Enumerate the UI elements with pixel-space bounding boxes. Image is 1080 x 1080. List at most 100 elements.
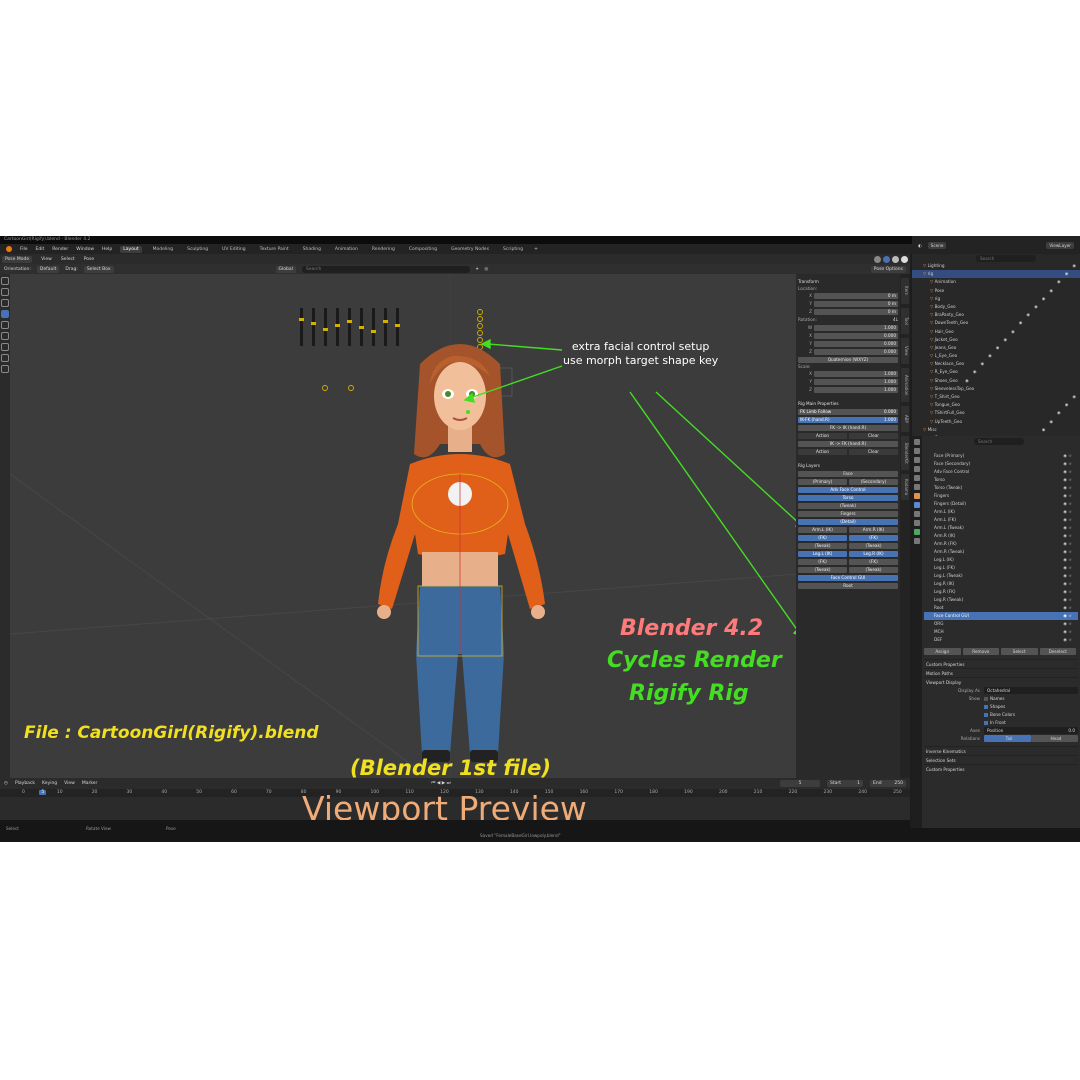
proportional-icon[interactable]: ◎ xyxy=(484,267,488,272)
visibility-eye-icon[interactable]: ◉ xyxy=(1057,278,1061,286)
rig-layer-toggle[interactable]: Root xyxy=(798,582,898,589)
visibility-star-icons[interactable]: ◉ ☆ xyxy=(1063,548,1072,556)
tool-tab-icon[interactable] xyxy=(914,439,920,445)
tab-tool[interactable]: Tool xyxy=(901,308,909,334)
viewport-shading-icons[interactable] xyxy=(874,255,908,263)
rig-layer-toggle[interactable]: (Tweak) xyxy=(798,566,847,573)
tab-view[interactable]: View xyxy=(901,338,909,364)
outliner-row[interactable]: ▽ Pose ◉ xyxy=(912,287,1080,295)
visibility-star-icons[interactable]: ◉ ☆ xyxy=(1063,588,1072,596)
menu-render[interactable]: Render xyxy=(52,247,68,252)
tab-item[interactable]: Item xyxy=(901,278,909,304)
scale-tool-icon[interactable] xyxy=(1,321,9,329)
ik-to-fk-button[interactable]: IK -> FK (hand.R) xyxy=(798,440,898,447)
transform-tool-icon[interactable] xyxy=(1,332,9,340)
visibility-star-icons[interactable]: ◉ ☆ xyxy=(1063,620,1072,628)
tab-compositing[interactable]: Compositing xyxy=(406,246,440,253)
visibility-star-icons[interactable]: ◉ ☆ xyxy=(1063,508,1072,516)
rig-layer-toggle[interactable]: (FK) xyxy=(798,534,847,541)
loc-x-field[interactable]: 0 m xyxy=(814,292,898,299)
menu-select[interactable]: Select xyxy=(61,257,75,262)
visibility-eye-icon[interactable]: ◉ xyxy=(1011,328,1015,336)
bone-collection-row[interactable]: Arm.R (FK) ◉ ☆ xyxy=(924,540,1078,548)
menu-keying[interactable]: Keying xyxy=(42,781,57,786)
visibility-star-icons[interactable]: ◉ ☆ xyxy=(1063,516,1072,524)
bone-collection-row[interactable]: Leg.R (FK) ◉ ☆ xyxy=(924,588,1078,596)
rig-layer-toggle[interactable]: (Tweak) xyxy=(849,566,898,573)
assign-button[interactable]: Assign xyxy=(924,648,961,655)
physics-tab-icon[interactable] xyxy=(914,511,920,517)
outliner-row[interactable]: ▽ BraPanty_Geo ◉ xyxy=(912,311,1080,319)
menu-edit[interactable]: Edit xyxy=(36,247,45,252)
ik-fk-clear-button[interactable]: Clear xyxy=(849,448,898,455)
tab-abp[interactable]: ABP xyxy=(901,406,909,432)
visibility-star-icons[interactable]: ◉ ☆ xyxy=(1063,580,1072,588)
visibility-star-icons[interactable]: ◉ ☆ xyxy=(1063,492,1072,500)
snap-icon[interactable]: ⌖ xyxy=(476,266,479,272)
outliner-row[interactable]: ▽ Jacket_Geo ◉ xyxy=(912,336,1080,344)
rig-layer-toggle[interactable]: (FK) xyxy=(798,558,847,565)
rig-layer-toggle[interactable]: Leg.L (IK) xyxy=(798,550,847,557)
scene-tab-icon[interactable] xyxy=(914,475,920,481)
visibility-star-icons[interactable]: ◉ ☆ xyxy=(1063,452,1072,460)
menu-playback[interactable]: Playback xyxy=(15,781,35,786)
outliner-row[interactable]: ▽ Jeans_Geo ◉ xyxy=(912,344,1080,352)
rot-y-field[interactable]: 0.000 xyxy=(814,340,898,347)
tab-modeling[interactable]: Modeling xyxy=(150,246,176,253)
transform-panel-title[interactable]: Transform xyxy=(798,279,898,284)
bone-collection-row[interactable]: DEF ◉ ☆ xyxy=(924,636,1078,644)
visibility-star-icons[interactable]: ◉ ☆ xyxy=(1063,524,1072,532)
menu-file[interactable]: File xyxy=(20,247,28,252)
constraints-tab-icon[interactable] xyxy=(914,520,920,526)
visibility-eye-icon[interactable]: ◉ xyxy=(1049,287,1053,295)
cursor-tool-icon[interactable] xyxy=(1,288,9,296)
render-tab-icon[interactable] xyxy=(914,448,920,454)
tab-uv-editing[interactable]: UV Editing xyxy=(219,246,248,253)
rot-w-field[interactable]: 1.000 xyxy=(814,324,898,331)
scene-selector[interactable]: Scene xyxy=(927,241,947,249)
visibility-star-icons[interactable]: ◉ ☆ xyxy=(1063,636,1072,644)
show-shapes-checkbox[interactable]: Shapes xyxy=(984,703,1005,710)
rig-main-properties-title[interactable]: Rig Main Properties xyxy=(798,401,898,406)
add-workspace-icon[interactable]: + xyxy=(534,247,538,252)
drag-dropdown[interactable]: Select Box xyxy=(83,265,114,273)
tab-sculpting[interactable]: Sculpting xyxy=(184,246,211,253)
tab-scripting[interactable]: Scripting xyxy=(500,246,526,253)
outliner-row[interactable]: ▽ SleevelessTop_Geo ◉ xyxy=(912,385,1080,399)
select-tool-icon[interactable] xyxy=(1,277,9,285)
visibility-eye-icon[interactable]: ◉ xyxy=(1042,426,1046,434)
world-tab-icon[interactable] xyxy=(914,484,920,490)
deselect-button[interactable]: Deselect xyxy=(1039,648,1076,655)
fk-ik-action-button[interactable]: Action xyxy=(798,432,847,439)
rig-layer-toggle[interactable]: (FK) xyxy=(849,558,898,565)
scale-z-field[interactable]: 1.000 xyxy=(814,386,898,393)
visibility-star-icons[interactable]: ◉ ☆ xyxy=(1063,572,1072,580)
bone-collection-row[interactable]: Leg.L (Tweak) ◉ ☆ xyxy=(924,572,1078,580)
bone-collection-row[interactable]: Arm.R (Tweak) ◉ ☆ xyxy=(924,548,1078,556)
visibility-star-icons[interactable]: ◉ ☆ xyxy=(1063,596,1072,604)
transform-orientation-dropdown[interactable]: Global xyxy=(275,265,296,273)
visibility-eye-icon[interactable]: ◉ xyxy=(988,352,992,360)
outliner-row[interactable]: ▽ Shoes_Geo ◉ xyxy=(912,377,1080,385)
tab-animation[interactable]: Animation xyxy=(332,246,361,253)
visibility-eye-icon[interactable]: ◉ xyxy=(1057,409,1061,417)
bone-collection-row[interactable]: Adv Face Control ◉ ☆ xyxy=(924,468,1078,476)
rig-layer-toggle[interactable]: (Detail) xyxy=(798,518,898,525)
bone-collection-row[interactable]: Torso (Tweak) ◉ ☆ xyxy=(924,484,1078,492)
rot-x-field[interactable]: 0.000 xyxy=(814,332,898,339)
tab-rendering[interactable]: Rendering xyxy=(369,246,398,253)
bone-collection-row[interactable]: Fingers (Detail) ◉ ☆ xyxy=(924,500,1078,508)
rig-layer-toggle[interactable]: (Primary) xyxy=(798,478,847,485)
scale-x-field[interactable]: 1.000 xyxy=(814,370,898,377)
bone-collection-row[interactable]: Arm.L (IK) ◉ ☆ xyxy=(924,508,1078,516)
view-layer-tab-icon[interactable] xyxy=(914,466,920,472)
remove-button[interactable]: Remove xyxy=(962,648,999,655)
rig-layer-toggle[interactable]: Fingers xyxy=(798,510,898,517)
rig-layer-toggle[interactable]: Face xyxy=(798,470,898,477)
tab-animation-sidebar[interactable]: Animation xyxy=(901,368,909,402)
outliner-row[interactable]: ▽ Misc◉ xyxy=(912,426,1080,440)
output-tab-icon[interactable] xyxy=(914,457,920,463)
end-frame-field[interactable]: End 250 xyxy=(870,779,906,787)
visibility-star-icons[interactable]: ◉ ☆ xyxy=(1063,532,1072,540)
rig-layer-toggle[interactable]: Torso xyxy=(798,494,898,501)
